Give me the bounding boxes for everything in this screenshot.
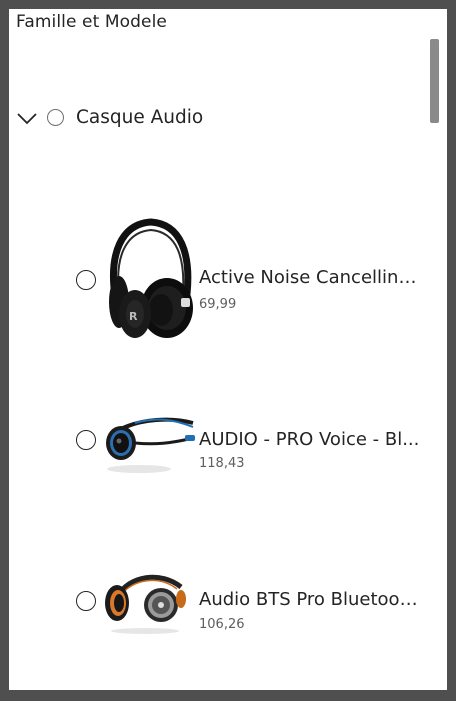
item-price: 118,43 [199, 456, 245, 471]
vertical-scrollbar-thumb[interactable] [430, 39, 439, 123]
over-ear-headphones-icon: R [101, 214, 197, 348]
list-item[interactable]: R Active Noise Cancelling... 69,99 [9, 209, 429, 339]
group-select-radio[interactable] [47, 109, 64, 126]
group-row-casque-audio[interactable]: Casque Audio [9, 104, 419, 136]
item-select-radio[interactable] [76, 591, 96, 611]
slicer-title: Famille et Modele [16, 12, 167, 32]
behind-neck-headphones-icon [101, 567, 197, 641]
chevron-down-icon[interactable] [17, 111, 37, 125]
neckband-headset-icon [101, 399, 197, 483]
group-label: Casque Audio [76, 107, 204, 128]
list-item[interactable]: Audio BTS Pro Bluetoot... 106,26 [9, 562, 429, 690]
item-price: 106,26 [199, 617, 245, 632]
item-price: 69,99 [199, 297, 237, 312]
slicer-panel: Famille et Modele Casque Audio R Active … [9, 9, 447, 690]
item-select-radio[interactable] [76, 430, 96, 450]
item-select-radio[interactable] [76, 270, 96, 290]
svg-text:R: R [129, 310, 138, 323]
list-item[interactable]: AUDIO - PRO Voice - Bl... 118,43 [9, 394, 429, 524]
item-name: Active Noise Cancelling... [199, 267, 423, 288]
item-name: AUDIO - PRO Voice - Bl... [199, 429, 420, 450]
item-name: Audio BTS Pro Bluetoot... [199, 589, 423, 610]
